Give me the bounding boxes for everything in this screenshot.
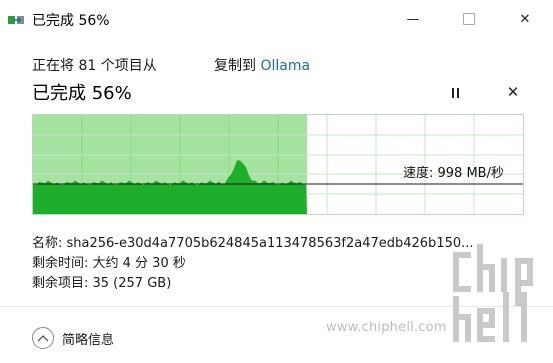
details-toggle-button[interactable] [32,327,54,349]
pause-button[interactable] [446,84,464,102]
speed-label: 速度: 998 MB/秒 [403,166,504,181]
minimize-button[interactable]: — [390,0,436,38]
maximize-button[interactable] [446,0,492,38]
cancel-button[interactable]: ✕ [504,82,522,102]
copy-progress-icon [8,12,26,26]
close-button[interactable]: ✕ [502,0,548,38]
details-toggle-label[interactable]: 简略信息 [62,329,114,348]
destination-link[interactable]: Ollama [260,58,310,74]
copy-status-text: 正在将 81 个项目从 [32,58,157,74]
file-name: 名称: sha256-e30d4a7705b624845a113478563f2… [32,236,474,251]
chevron-up-icon [37,335,49,342]
close-icon: ✕ [519,11,531,27]
items-remaining: 剩余项目: 35 (257 GB) [32,276,172,291]
copy-to-label: 复制到 [214,58,256,74]
copy-status-line: 正在将 81 个项目从 复制到 Ollama [32,55,310,75]
minimize-icon: — [406,11,420,27]
window-title: 已完成 56% [32,13,110,29]
cancel-icon: ✕ [506,83,520,101]
watermark-url: www.chiphell.com [326,320,447,335]
maximize-icon [463,13,475,25]
chiphell-watermark-logo [446,243,550,343]
time-remaining: 剩余时间: 大约 4 分 30 秒 [32,256,186,271]
progress-heading: 已完成 56% [32,83,132,104]
title-bar: 已完成 56% — ✕ [0,0,553,38]
pause-icon [450,88,460,98]
